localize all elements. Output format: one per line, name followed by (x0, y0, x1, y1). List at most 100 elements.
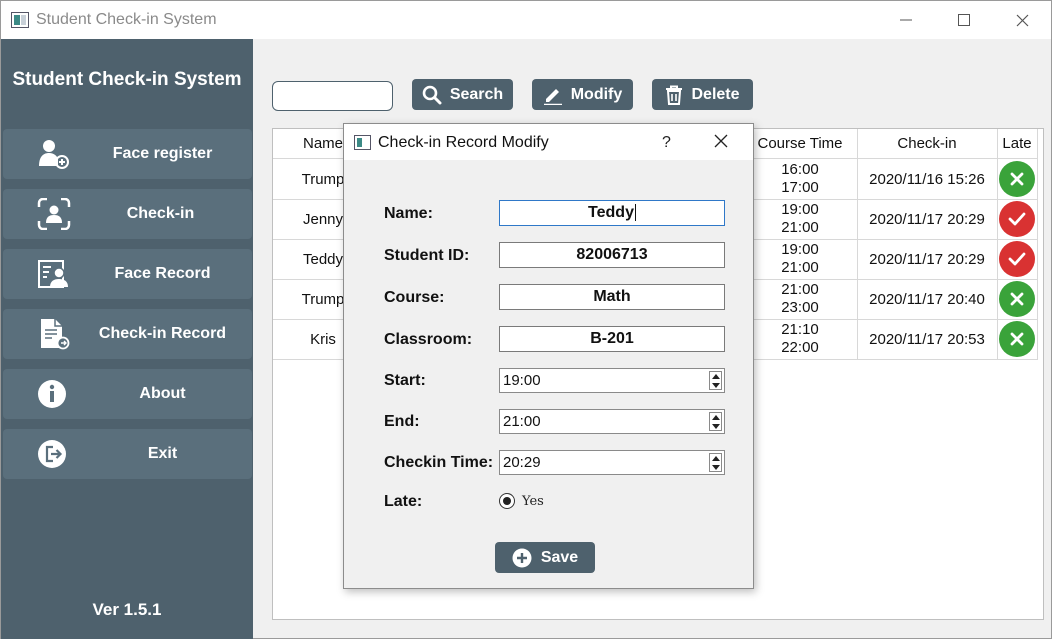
cell-checkin[interactable]: 2020/11/17 20:29 (857, 211, 997, 228)
start-time: 19:00 (781, 241, 819, 258)
checkin-time-label: Checkin Time: (384, 454, 494, 471)
delete-button[interactable]: Delete (652, 79, 753, 110)
user-add-icon (39, 140, 69, 169)
cell-course-time[interactable]: 19:00 21:00 (743, 201, 857, 237)
column-header-checkin[interactable]: Check-in (857, 130, 997, 158)
start-label: Start: (384, 372, 426, 389)
sidebar-item-face-register[interactable]: Face register (3, 129, 252, 179)
save-button-label: Save (540, 548, 579, 566)
sidebar-title: Student Check-in System (12, 69, 242, 90)
column-header-late[interactable]: Late (997, 130, 1037, 158)
save-button[interactable]: Save (495, 542, 595, 573)
sidebar-item-label: Face register (112, 145, 213, 162)
sidebar-item-label: About (139, 385, 186, 402)
maximize-button[interactable] (935, 1, 993, 39)
delete-button-label: Delete (691, 85, 740, 103)
window-title: Student Check-in System (36, 11, 217, 28)
cell-course-time[interactable]: 19:00 21:00 (743, 241, 857, 277)
cell-course-time[interactable]: 21:10 22:00 (743, 321, 857, 357)
close-icon (1016, 14, 1028, 26)
dialog-title: Check-in Record Modify (378, 134, 549, 151)
end-time: 23:00 (781, 299, 819, 316)
end-time: 21:00 (781, 259, 819, 276)
classroom-field[interactable]: B-201 (499, 326, 725, 352)
name-field[interactable]: Teddy (499, 200, 725, 226)
checkin-time-spinbox[interactable]: 20:29 (499, 450, 725, 475)
sidebar-item-label: Face Record (114, 265, 211, 282)
end-label: End: (384, 413, 420, 430)
course-field[interactable]: Math (499, 284, 725, 310)
text-cursor (634, 204, 636, 222)
minimize-button[interactable] (877, 1, 935, 39)
title-bar: Student Check-in System (1, 1, 1051, 39)
face-record-icon (38, 260, 68, 288)
maximize-icon (958, 14, 970, 26)
column-divider (997, 129, 998, 359)
search-input[interactable] (272, 81, 393, 111)
app-window: Student Check-in System Student Check-in… (0, 0, 1052, 639)
column-header-course-time[interactable]: Course Time (743, 130, 857, 158)
start-time-value: 19:00 (503, 372, 541, 389)
dialog-close-icon[interactable] (714, 134, 728, 148)
cell-checkin[interactable]: 2020/11/16 15:26 (857, 171, 997, 188)
student-id-label: Student ID: (384, 247, 470, 264)
status-on-time-icon (999, 321, 1035, 357)
classroom-label: Classroom: (384, 331, 473, 348)
cell-course-time[interactable]: 16:00 17:00 (743, 161, 857, 197)
cell-checkin[interactable]: 2020/11/17 20:40 (857, 291, 997, 308)
sidebar-item-label: Exit (147, 445, 178, 462)
end-time-spinbox[interactable]: 21:00 (499, 409, 725, 434)
close-button[interactable] (993, 1, 1051, 39)
sidebar-item-check-in[interactable]: Check-in (3, 189, 252, 239)
column-divider (1037, 129, 1038, 359)
late-yes-radio[interactable] (499, 493, 515, 509)
late-yes-label[interactable]: Yes (522, 494, 544, 509)
sidebar: Student Check-in System Face register Ch… (1, 39, 253, 639)
search-button[interactable]: Search (412, 79, 513, 110)
spin-arrows-icon[interactable] (709, 453, 722, 472)
sidebar-item-label: Check-in Record (98, 325, 227, 342)
end-time: 17:00 (781, 179, 819, 196)
modify-button[interactable]: Modify (532, 79, 633, 110)
cell-checkin[interactable]: 2020/11/17 20:29 (857, 251, 997, 268)
sidebar-item-label: Check-in (126, 205, 195, 222)
search-icon (422, 85, 442, 104)
start-time: 21:10 (781, 321, 819, 338)
start-time-spinbox[interactable]: 19:00 (499, 368, 725, 393)
dialog-title-bar: Check-in Record Modify ? (344, 124, 753, 160)
status-on-time-icon (999, 161, 1035, 197)
minimize-icon (900, 19, 912, 21)
cell-checkin[interactable]: 2020/11/17 20:53 (857, 331, 997, 348)
sidebar-item-about[interactable]: About (3, 369, 252, 419)
spin-arrows-icon[interactable] (709, 371, 722, 390)
face-scan-icon (37, 198, 71, 230)
status-late-icon (999, 241, 1035, 277)
sidebar-item-exit[interactable]: Exit (3, 429, 252, 479)
sidebar-item-face-record[interactable]: Face Record (3, 249, 252, 299)
end-time: 22:00 (781, 339, 819, 356)
status-late-icon (999, 201, 1035, 237)
start-time: 19:00 (781, 201, 819, 218)
spin-arrows-icon[interactable] (709, 412, 722, 431)
start-time: 21:00 (781, 281, 819, 298)
end-time: 21:00 (781, 219, 819, 236)
app-icon (11, 12, 29, 28)
dialog-app-icon (354, 135, 371, 150)
document-icon (41, 319, 70, 350)
name-label: Name: (384, 205, 433, 222)
help-button[interactable]: ? (662, 134, 671, 152)
student-id-field[interactable]: 82006713 (499, 242, 725, 268)
modify-button-label: Modify (570, 85, 623, 103)
column-divider (857, 129, 858, 359)
name-value: Teddy (588, 204, 634, 221)
exit-icon (38, 440, 66, 468)
end-time-value: 21:00 (503, 413, 541, 430)
start-time: 16:00 (781, 161, 819, 178)
cell-course-time[interactable]: 21:00 23:00 (743, 281, 857, 317)
trash-icon (666, 85, 683, 105)
info-icon (38, 380, 66, 408)
status-on-time-icon (999, 281, 1035, 317)
sidebar-item-checkin-record[interactable]: Check-in Record (3, 309, 252, 359)
checkin-time-value: 20:29 (503, 454, 541, 471)
course-label: Course: (384, 289, 445, 306)
